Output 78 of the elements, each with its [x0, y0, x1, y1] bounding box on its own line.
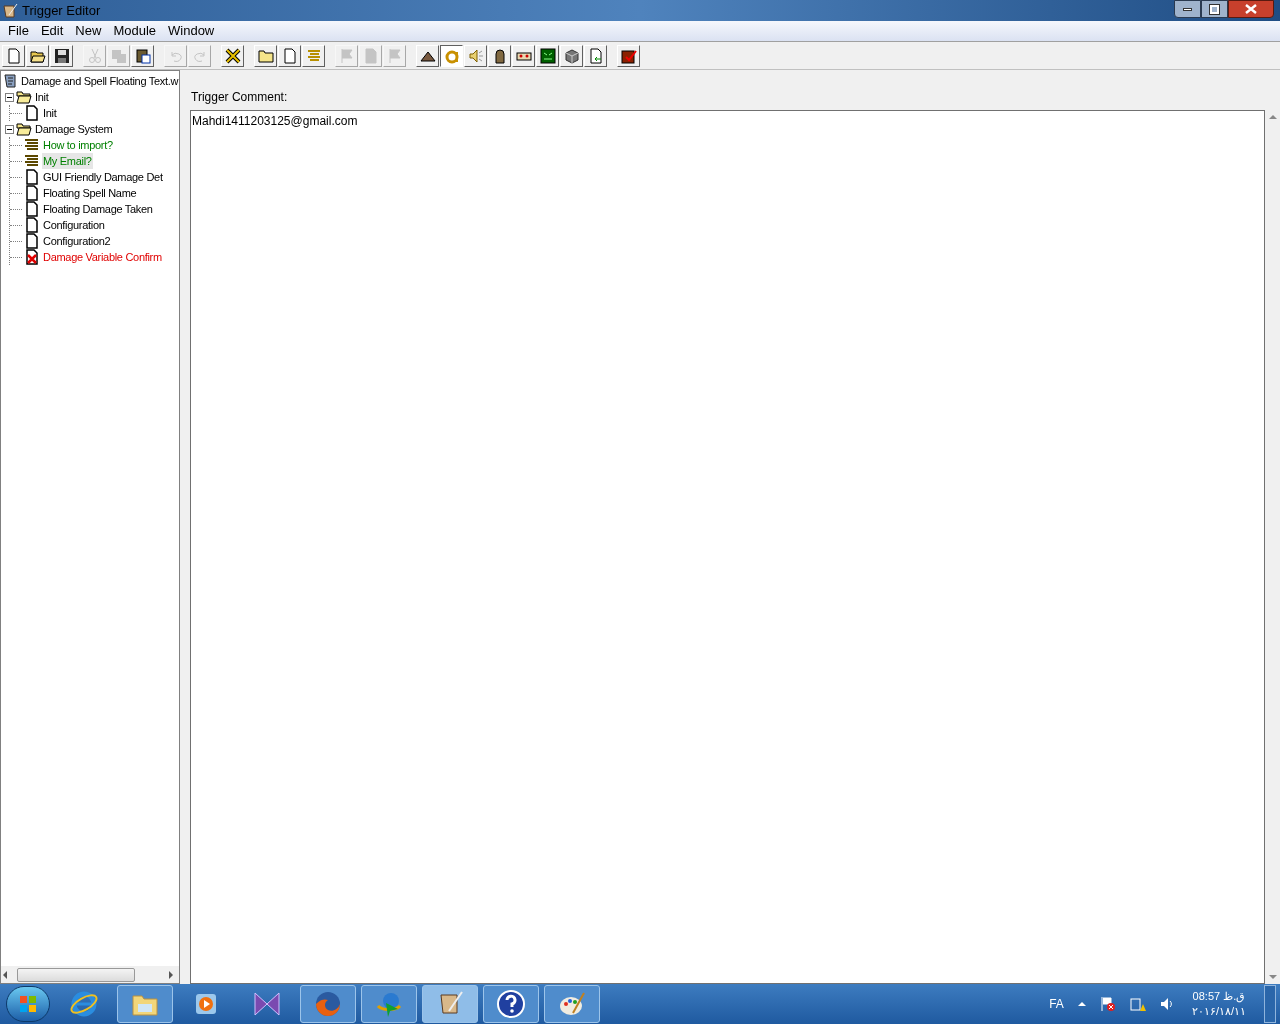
flag-error-icon[interactable]	[1099, 996, 1116, 1012]
fox-globe-icon	[313, 989, 343, 1019]
tree-item[interactable]: GUI Friendly Damage Det	[42, 168, 164, 186]
scroll-down-arrow[interactable]	[1268, 975, 1277, 979]
clock-date[interactable]: ۲۰۱۶/۱۸/۱۱	[1191, 1004, 1246, 1019]
tree-item[interactable]: Floating Spell Name	[42, 184, 138, 202]
tree-item[interactable]: Damage System	[34, 120, 114, 138]
minimize-button[interactable]	[1174, 0, 1201, 18]
lines-icon	[24, 137, 40, 153]
open-folder-icon	[16, 121, 32, 137]
tree-item[interactable]: Configuration	[42, 216, 106, 234]
page-icon	[24, 233, 40, 249]
toolbar-button[interactable]	[440, 44, 463, 67]
comment-field[interactable]: Mahdi1411203125@gmail.com	[190, 110, 1265, 984]
menu-item[interactable]: Edit	[34, 21, 70, 41]
field-label: Trigger Comment:	[190, 89, 289, 106]
page-icon	[281, 47, 298, 64]
speaker-icon[interactable]	[1159, 996, 1174, 1012]
show-hidden-icons-arrow[interactable]	[1077, 1002, 1086, 1006]
tree-item[interactable]: My Email?	[42, 152, 93, 170]
close-icon	[1245, 4, 1257, 14]
bowtie-icon	[252, 989, 282, 1019]
clock-time[interactable]: 08:57 ق.ظ	[1192, 989, 1246, 1004]
windows-logo-icon	[19, 995, 37, 1013]
scroll-left-arrow[interactable]	[3, 970, 7, 979]
scroll-right-arrow[interactable]	[169, 970, 173, 979]
folder-icon	[257, 47, 274, 64]
help-icon	[496, 989, 526, 1019]
language-indicator[interactable]: FA	[1049, 995, 1064, 1013]
cube-icon	[563, 47, 580, 64]
scrollbar-thumb[interactable]	[17, 967, 135, 982]
scroll-quill-icon	[2, 2, 18, 19]
close-button[interactable]	[1228, 0, 1274, 18]
import-page-icon	[587, 47, 604, 64]
face-icon	[539, 47, 556, 64]
page-icon	[362, 47, 379, 64]
menu-item[interactable]: File	[2, 21, 35, 41]
page-icon	[24, 185, 40, 201]
menu-item[interactable]: Module	[107, 21, 162, 41]
page-icon	[24, 169, 40, 185]
open-folder-icon	[16, 89, 32, 105]
tree-item[interactable]: How to import?	[42, 136, 114, 154]
tree-root[interactable]: Damage and Spell Floating Text.w	[21, 72, 179, 90]
network-warning-icon[interactable]	[1129, 996, 1146, 1012]
scissors-icon	[86, 47, 103, 64]
show-desktop-button[interactable]	[1264, 985, 1276, 1023]
tree-item[interactable]: Init	[42, 104, 58, 122]
page-icon	[24, 217, 40, 233]
lines-icon	[305, 47, 322, 64]
page-icon	[5, 47, 22, 64]
tree-item[interactable]: Damage Variable Confirm	[42, 248, 163, 266]
page-icon	[24, 105, 40, 121]
window-title: Trigger Editor	[22, 1, 101, 20]
page-icon	[24, 201, 40, 217]
tree-item[interactable]: Init	[34, 88, 50, 106]
collapse-box[interactable]	[5, 92, 14, 102]
cross-icon	[224, 47, 241, 64]
map-scroll-icon	[3, 73, 19, 89]
menu-item[interactable]: New	[69, 21, 108, 41]
test-map-icon	[620, 47, 637, 64]
copy-icon	[110, 47, 127, 64]
tree-item[interactable]: Floating Damage Taken	[42, 200, 154, 218]
restore-button[interactable]	[1201, 0, 1228, 18]
menu-item[interactable]: Window	[162, 21, 221, 41]
clipboard-icon	[134, 47, 151, 64]
speaker-icon	[467, 47, 484, 64]
taskbar-app-button[interactable]	[300, 985, 356, 1023]
flag-icon	[338, 47, 355, 64]
taskbar-app-button[interactable]	[483, 985, 539, 1023]
page-cross-icon	[24, 249, 40, 265]
flag-icon	[386, 47, 403, 64]
start-button[interactable]	[6, 986, 50, 1022]
lines-icon	[24, 153, 40, 169]
browser-e-icon	[69, 989, 99, 1019]
collapse-box[interactable]	[5, 124, 14, 134]
tree-item[interactable]: Configuration2	[42, 232, 112, 250]
horizontal-scrollbar[interactable]	[1, 966, 179, 983]
scroll-up-arrow[interactable]	[1268, 115, 1277, 119]
